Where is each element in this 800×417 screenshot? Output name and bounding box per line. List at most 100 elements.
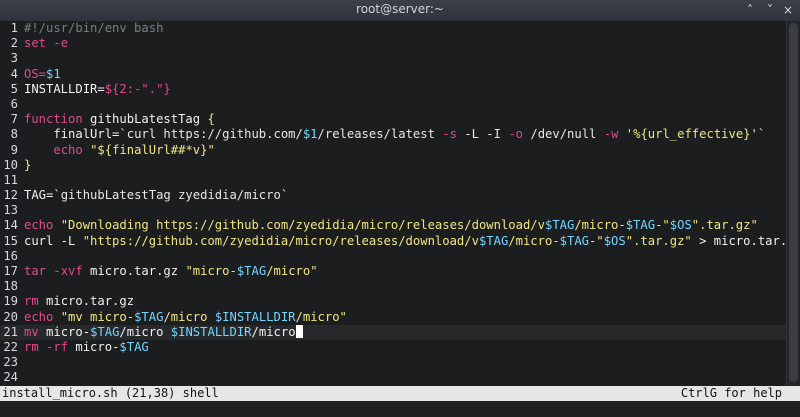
code-line[interactable]: 12 TAG=`githubLatestTag zyedidia/micro` <box>0 188 786 203</box>
line-number: 5 <box>10 81 18 96</box>
code-token: ".tar.gz" <box>625 233 692 248</box>
code-line[interactable]: 6 <box>0 97 786 112</box>
code-text: TAG=`githubLatestTag zyedidia/micro` <box>24 188 288 203</box>
code-line[interactable]: 3 <box>0 51 786 66</box>
scrollbar[interactable] <box>786 21 800 386</box>
line-number: 22 <box>3 339 18 354</box>
line-number: 18 <box>3 279 18 294</box>
code-editor[interactable]: 1 #!/usr/bin/env bash 2 set -e 3 4 OS=$1 5 INSTA… <box>0 21 786 386</box>
code-line[interactable]: 10} <box>0 158 786 173</box>
code-token: $INSTALLDIR <box>170 324 252 339</box>
code-token: /micro- <box>574 218 626 233</box>
line-number: 9 <box>10 142 18 157</box>
code-line[interactable]: 13 <box>0 203 786 218</box>
code-token: $1 <box>46 66 61 81</box>
code-line[interactable]: 9 echo "${finalUrl##*v}" <box>0 143 786 158</box>
line-number: 14 <box>3 218 18 233</box>
minimize-icon[interactable]: ˅ <box>764 4 776 16</box>
code-line[interactable]: 8 finalUrl=`curl https://github.com/$1/r… <box>0 127 786 142</box>
code-token: -" <box>589 233 604 248</box>
code-token: curl -L <box>24 233 83 248</box>
code-line[interactable]: 23 <box>0 355 786 370</box>
code-token: %{url_effective} <box>633 127 751 142</box>
code-text: } <box>24 158 31 173</box>
line-number: 13 <box>3 203 18 218</box>
code-line[interactable]: 1 #!/usr/bin/env bash <box>0 21 786 36</box>
line-number: 17 <box>3 264 18 278</box>
text-cursor <box>295 324 303 338</box>
status-file-info: install_micro.sh (21,38) shell <box>2 386 219 400</box>
code-token: "Downloading https://github.com/zyedidia… <box>60 218 545 233</box>
code-line[interactable]: 7 function githubLatestTag { <box>0 112 786 127</box>
code-token: ' <box>618 127 634 142</box>
code-token: INSTALLDIR= <box>24 81 105 96</box>
code-text: rm micro.tar.gz <box>24 294 134 309</box>
code-token: micro- <box>38 324 91 339</box>
code-text: curl -L "https://github.com/zyedidia/mic… <box>24 234 786 249</box>
code-line[interactable]: 15 curl -L "https://github.com/zyedidia/m… <box>0 234 786 249</box>
line-number: 6 <box>10 96 18 111</box>
code-token: -o <box>508 127 524 142</box>
code-token: /releases/latest <box>317 127 443 142</box>
terminal-window: root@server:~ ˄ ˅ × 1 #!/usr/bin/env bash… <box>0 0 800 417</box>
code-token: "mv micro- <box>60 309 135 324</box>
code-text: mv micro-$TAG/micro $INSTALLDIR/micro <box>24 324 303 340</box>
code-line[interactable]: 18 <box>0 279 786 294</box>
code-token: $TAG <box>478 233 509 248</box>
code-line[interactable]: 14 echo "Downloading https://github.com/z… <box>0 218 786 233</box>
code-line[interactable]: 24 <box>0 370 786 385</box>
code-text: set -e <box>24 36 68 51</box>
window-title: root@server:~ <box>356 2 444 16</box>
code-token: ".tar.gz" <box>691 218 758 233</box>
code-token: TAG= <box>24 188 54 203</box>
status-bar: install_micro.sh (21,38) shell CtrlG for… <box>0 386 800 401</box>
scrollbar-thumb[interactable] <box>789 23 798 382</box>
code-line[interactable]: 17 tar -xvf micro.tar.gz "micro-$TAG/micr… <box>0 264 786 279</box>
code-token: "https://github.com/zyedidia/micro/relea… <box>82 233 479 248</box>
code-token: $TAG <box>625 218 656 233</box>
code-token: /micro" <box>266 264 318 278</box>
code-token: $1 <box>302 127 318 142</box>
code-token: "${finalUrl##*v}" <box>90 142 215 157</box>
code-token: echo <box>53 142 83 157</box>
code-text: INSTALLDIR=${2:-"."} <box>24 82 171 97</box>
code-token: -L -I <box>456 127 509 142</box>
command-line[interactable] <box>0 401 800 417</box>
status-help-hint: CtrlG for help <box>680 386 782 400</box>
title-bar[interactable]: root@server:~ ˄ ˅ × <box>0 0 800 22</box>
code-token: /micro <box>163 309 215 324</box>
code-text: echo "Downloading https://github.com/zye… <box>24 218 758 233</box>
line-number: 11 <box>3 172 18 187</box>
code-line[interactable]: 11 <box>0 173 786 188</box>
line-number: 10 <box>3 157 18 172</box>
code-line[interactable]: 2 set -e <box>0 36 786 51</box>
code-token: -rf <box>46 339 69 354</box>
code-line[interactable]: 20 echo "mv micro-$TAG/micro $INSTALLDIR/… <box>0 310 786 325</box>
code-token: ${2:-"."} <box>104 81 171 96</box>
code-token: `githubLatestTag zyedidia/micro` <box>53 188 289 203</box>
code-line[interactable]: 19 rm micro.tar.gz <box>0 294 786 309</box>
code-token: finalUrl= <box>24 127 120 142</box>
code-token: -s <box>442 127 457 142</box>
code-line[interactable]: 5 INSTALLDIR=${2:-"."} <box>0 82 786 97</box>
code-token: > micro.tar.gz <box>699 233 786 248</box>
code-line[interactable]: 22 rm -rf micro-$TAG <box>0 340 786 355</box>
code-line[interactable]: 16 <box>0 249 786 264</box>
code-text: function githubLatestTag { <box>24 112 215 127</box>
line-number: 23 <box>3 355 18 370</box>
line-number: 4 <box>10 66 18 81</box>
code-line[interactable]: 21 mv micro-$TAG/micro $INSTALLDIR/micro <box>0 324 786 340</box>
close-icon[interactable]: × <box>782 4 794 16</box>
maximize-icon[interactable]: ˄ <box>744 4 756 16</box>
code-line[interactable]: 4 OS=$1 <box>0 67 786 82</box>
code-token: } <box>24 157 32 172</box>
code-token: rm <box>24 339 39 354</box>
code-token: -xvf <box>53 264 83 278</box>
code-token: '` <box>750 127 766 142</box>
code-token: -" <box>655 218 670 233</box>
code-token: $TAG <box>90 324 120 339</box>
